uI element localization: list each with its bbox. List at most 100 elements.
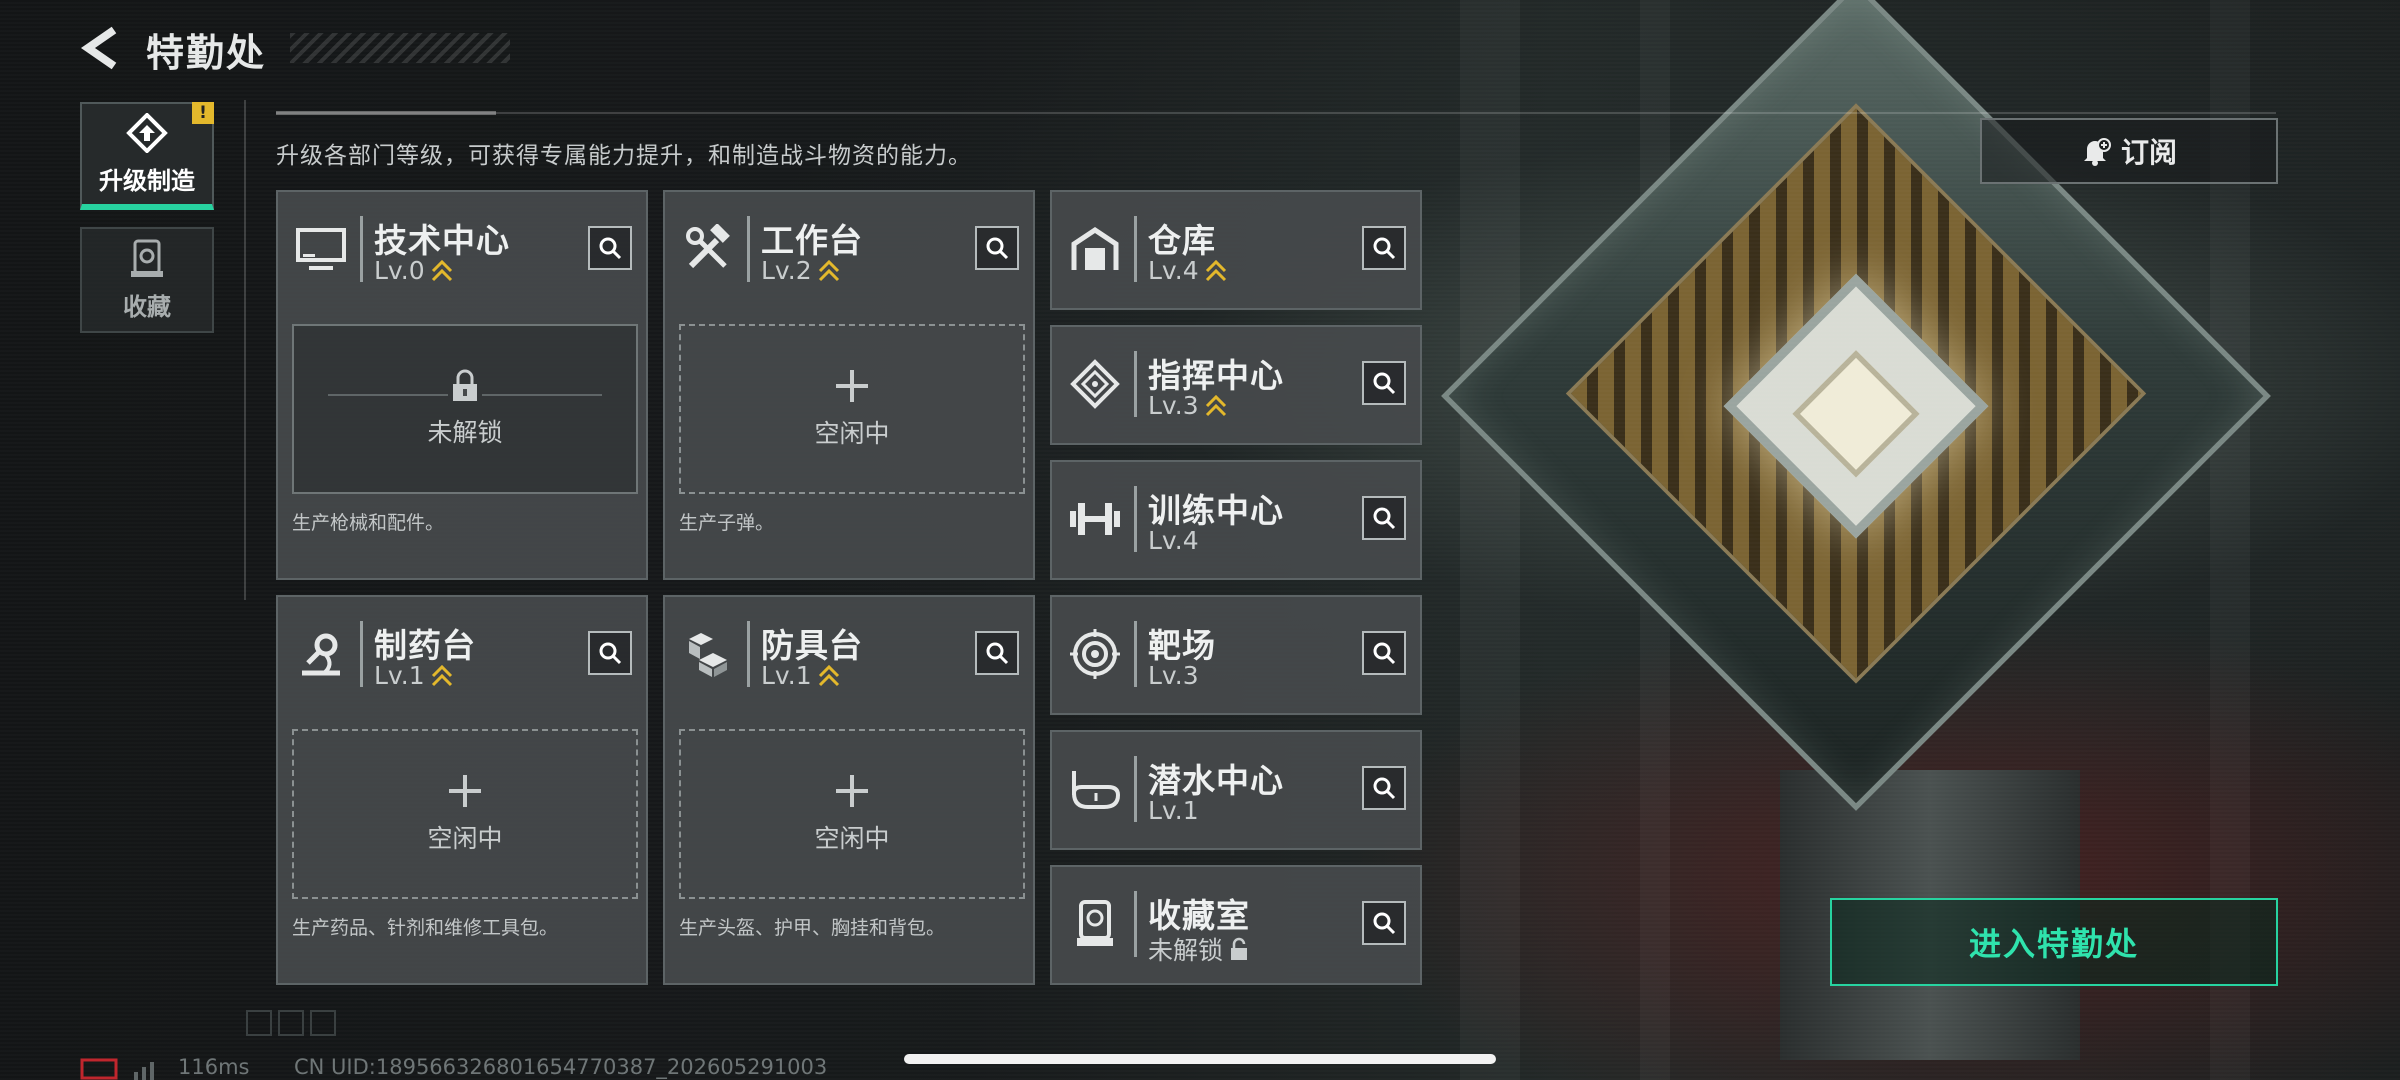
separator xyxy=(1134,351,1137,417)
facility-name: 仓库 xyxy=(1148,221,1216,260)
microscope-icon xyxy=(292,625,350,683)
department-card-armor-bench: 防具台 Lv.1 空闲中 生产头盔、护甲、胸挂和背包。 xyxy=(663,595,1035,985)
department-description: 生产子弹。 xyxy=(679,512,775,534)
search-icon xyxy=(986,642,1009,665)
facility-level: Lv.3 xyxy=(1148,661,1199,690)
department-level: Lv.0 xyxy=(374,256,453,285)
subscribe-button[interactable]: 订阅 xyxy=(1980,118,2278,184)
level-text: Lv.3 xyxy=(1148,661,1199,690)
upgrade-arrow-icon xyxy=(1205,259,1226,281)
cubes-icon xyxy=(679,625,737,683)
level-text: Lv.0 xyxy=(374,256,425,285)
search-button[interactable] xyxy=(588,631,632,675)
level-text: 未解锁 xyxy=(1148,936,1224,965)
department-card-tech-center: 技术中心 Lv.0 未解锁 生产枪械和配件。 xyxy=(276,190,648,580)
separator xyxy=(360,621,363,687)
facility-level: Lv.1 xyxy=(1148,796,1199,825)
home-indicator[interactable] xyxy=(904,1054,1496,1064)
bell-plus-icon xyxy=(2083,138,2111,166)
upgrade-arrow-icon xyxy=(818,664,839,686)
subscribe-label: 订阅 xyxy=(2120,136,2177,169)
card-header[interactable]: 防具台 Lv.1 xyxy=(665,597,1033,713)
card-header[interactable]: 技术中心 Lv.0 xyxy=(278,192,646,308)
search-button[interactable] xyxy=(1362,901,1406,945)
search-icon xyxy=(1373,912,1396,935)
uid-text: CN UID:1895663268016547703​87_2026052910… xyxy=(294,1055,828,1079)
tab-upgrade-manufacture[interactable]: ! 升级制造 xyxy=(80,102,214,210)
facility-name: 指挥中心 xyxy=(1148,356,1284,395)
control-square xyxy=(310,1010,336,1036)
separator xyxy=(360,216,363,282)
search-icon xyxy=(986,237,1009,260)
card-header[interactable]: 制药台 Lv.1 xyxy=(278,597,646,713)
collection-icon xyxy=(131,239,163,277)
search-icon xyxy=(1373,642,1396,665)
title-decoration xyxy=(290,33,510,63)
search-button[interactable] xyxy=(975,631,1019,675)
facility-card-diving-center[interactable]: 潜水中心 Lv.1 xyxy=(1050,730,1422,850)
tab-collection[interactable]: 收藏 xyxy=(80,227,214,333)
department-level: Lv.1 xyxy=(374,661,453,690)
production-slot[interactable]: 空闲中 xyxy=(679,324,1025,494)
facility-level: Lv.4 xyxy=(1148,526,1199,555)
back-button[interactable] xyxy=(78,26,122,70)
department-description: 生产药品、针剂和维修工具包。 xyxy=(292,917,559,939)
tab-label: 升级制造 xyxy=(99,166,195,195)
search-icon xyxy=(599,642,622,665)
separator xyxy=(747,621,750,687)
slot-status: 空闲中 xyxy=(427,824,503,853)
upgrade-icon xyxy=(126,112,168,153)
control-square xyxy=(278,1010,304,1036)
separator xyxy=(747,216,750,282)
dumbbell-icon xyxy=(1066,490,1124,548)
search-button[interactable] xyxy=(1362,766,1406,810)
facility-card-collection-room[interactable]: 收藏室 未解锁 xyxy=(1050,865,1422,985)
separator xyxy=(1134,621,1137,687)
divider xyxy=(244,100,246,600)
search-button[interactable] xyxy=(588,226,632,270)
target-icon xyxy=(1066,625,1124,683)
facility-level: 未解锁 xyxy=(1148,931,1249,967)
level-text: Lv.2 xyxy=(761,256,812,285)
slot-status: 未解锁 xyxy=(427,418,503,447)
facility-level: Lv.3 xyxy=(1148,391,1227,420)
network-signal-icon xyxy=(80,1058,154,1080)
back-arrow-icon xyxy=(80,26,117,70)
control-square xyxy=(246,1010,272,1036)
department-name: 工作台 xyxy=(761,221,863,260)
search-button[interactable] xyxy=(1362,631,1406,675)
level-text: Lv.4 xyxy=(1148,256,1199,285)
level-text: Lv.1 xyxy=(761,661,812,690)
facility-name: 收藏室 xyxy=(1148,896,1250,935)
enter-special-ops-button[interactable]: 进入特勤处 xyxy=(1830,898,2278,986)
card-header[interactable]: 工作台 Lv.2 xyxy=(665,192,1033,308)
facility-card-command-center[interactable]: 指挥中心 Lv.3 xyxy=(1050,325,1422,445)
production-slot[interactable]: 未解锁 xyxy=(292,324,638,494)
warehouse-icon xyxy=(1066,220,1124,278)
search-icon xyxy=(1373,777,1396,800)
department-level: Lv.1 xyxy=(761,661,840,690)
ping-text: 116ms xyxy=(178,1055,250,1079)
separator xyxy=(1134,216,1137,282)
divider-accent xyxy=(276,111,496,115)
level-text: Lv.3 xyxy=(1148,391,1199,420)
search-button[interactable] xyxy=(975,226,1019,270)
department-description: 生产头盔、护甲、胸挂和背包。 xyxy=(679,917,946,939)
department-name: 制药台 xyxy=(374,626,476,665)
facility-card-training-center[interactable]: 训练中心 Lv.4 xyxy=(1050,460,1422,580)
plus-icon xyxy=(836,370,868,402)
production-slot[interactable]: 空闲中 xyxy=(679,729,1025,899)
production-slot[interactable]: 空闲中 xyxy=(292,729,638,899)
facility-level: Lv.4 xyxy=(1148,256,1227,285)
department-card-workbench: 工作台 Lv.2 空闲中 生产子弹。 xyxy=(663,190,1035,580)
search-button[interactable] xyxy=(1362,226,1406,270)
upgrade-arrow-icon xyxy=(1205,394,1226,416)
upgrade-arrow-icon xyxy=(431,259,452,281)
search-button[interactable] xyxy=(1362,361,1406,405)
search-button[interactable] xyxy=(1362,496,1406,540)
facility-card-shooting-range[interactable]: 靶场 Lv.3 xyxy=(1050,595,1422,715)
plus-icon xyxy=(836,775,868,807)
upgrade-arrow-icon xyxy=(431,664,452,686)
facility-card-warehouse[interactable]: 仓库 Lv.4 xyxy=(1050,190,1422,310)
enter-label: 进入特勤处 xyxy=(1968,925,2139,963)
